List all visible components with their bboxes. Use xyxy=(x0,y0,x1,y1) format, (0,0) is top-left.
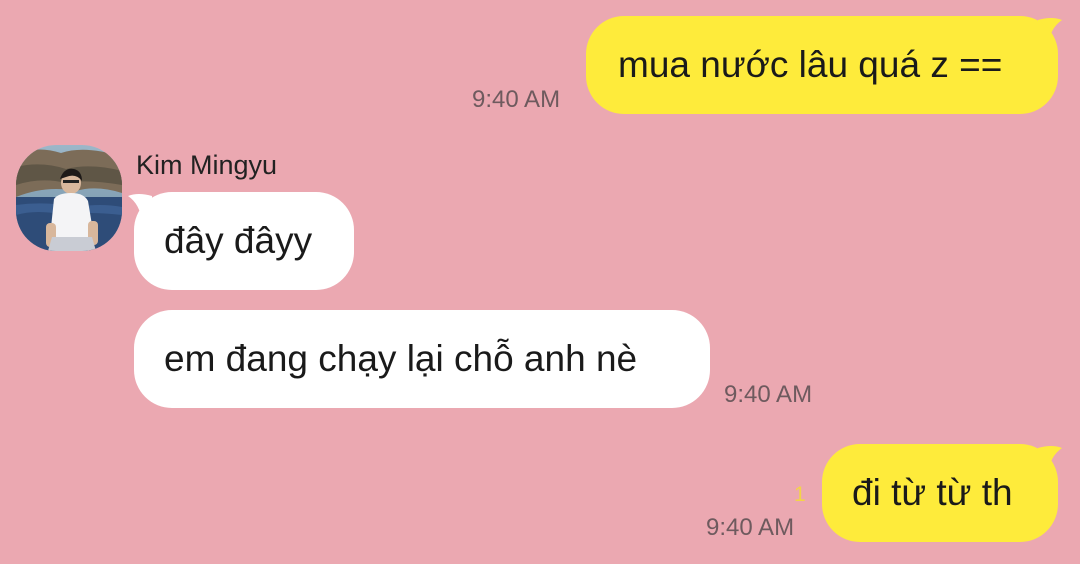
avatar-photo xyxy=(16,145,122,251)
message-text: đi từ từ th xyxy=(852,472,1013,513)
contact-avatar[interactable] xyxy=(16,145,122,251)
message-timestamp: 9:40 AM xyxy=(724,381,813,408)
message-text: đây đâyy xyxy=(164,220,313,261)
chat-screen: { "chat": { "messages": [ { "sender": "m… xyxy=(0,0,1080,564)
message-text: em đang chạy lại chỗ anh nè xyxy=(164,338,638,379)
message-timestamp: 9:40 AM xyxy=(706,514,795,541)
message-bubble-incoming[interactable]: em đang chạy lại chỗ anh nè xyxy=(134,310,710,408)
message-text: mua nước lâu quá z == xyxy=(618,44,1003,85)
unread-count: 1 xyxy=(794,483,806,506)
message-bubble-incoming[interactable]: đây đâyy xyxy=(134,192,354,290)
message-bubble-outgoing[interactable]: đi từ từ th xyxy=(822,444,1058,542)
message-bubble-outgoing[interactable]: mua nước lâu quá z == xyxy=(586,16,1058,114)
sender-name: Kim Mingyu xyxy=(136,150,278,180)
message-timestamp: 9:40 AM xyxy=(472,86,561,113)
